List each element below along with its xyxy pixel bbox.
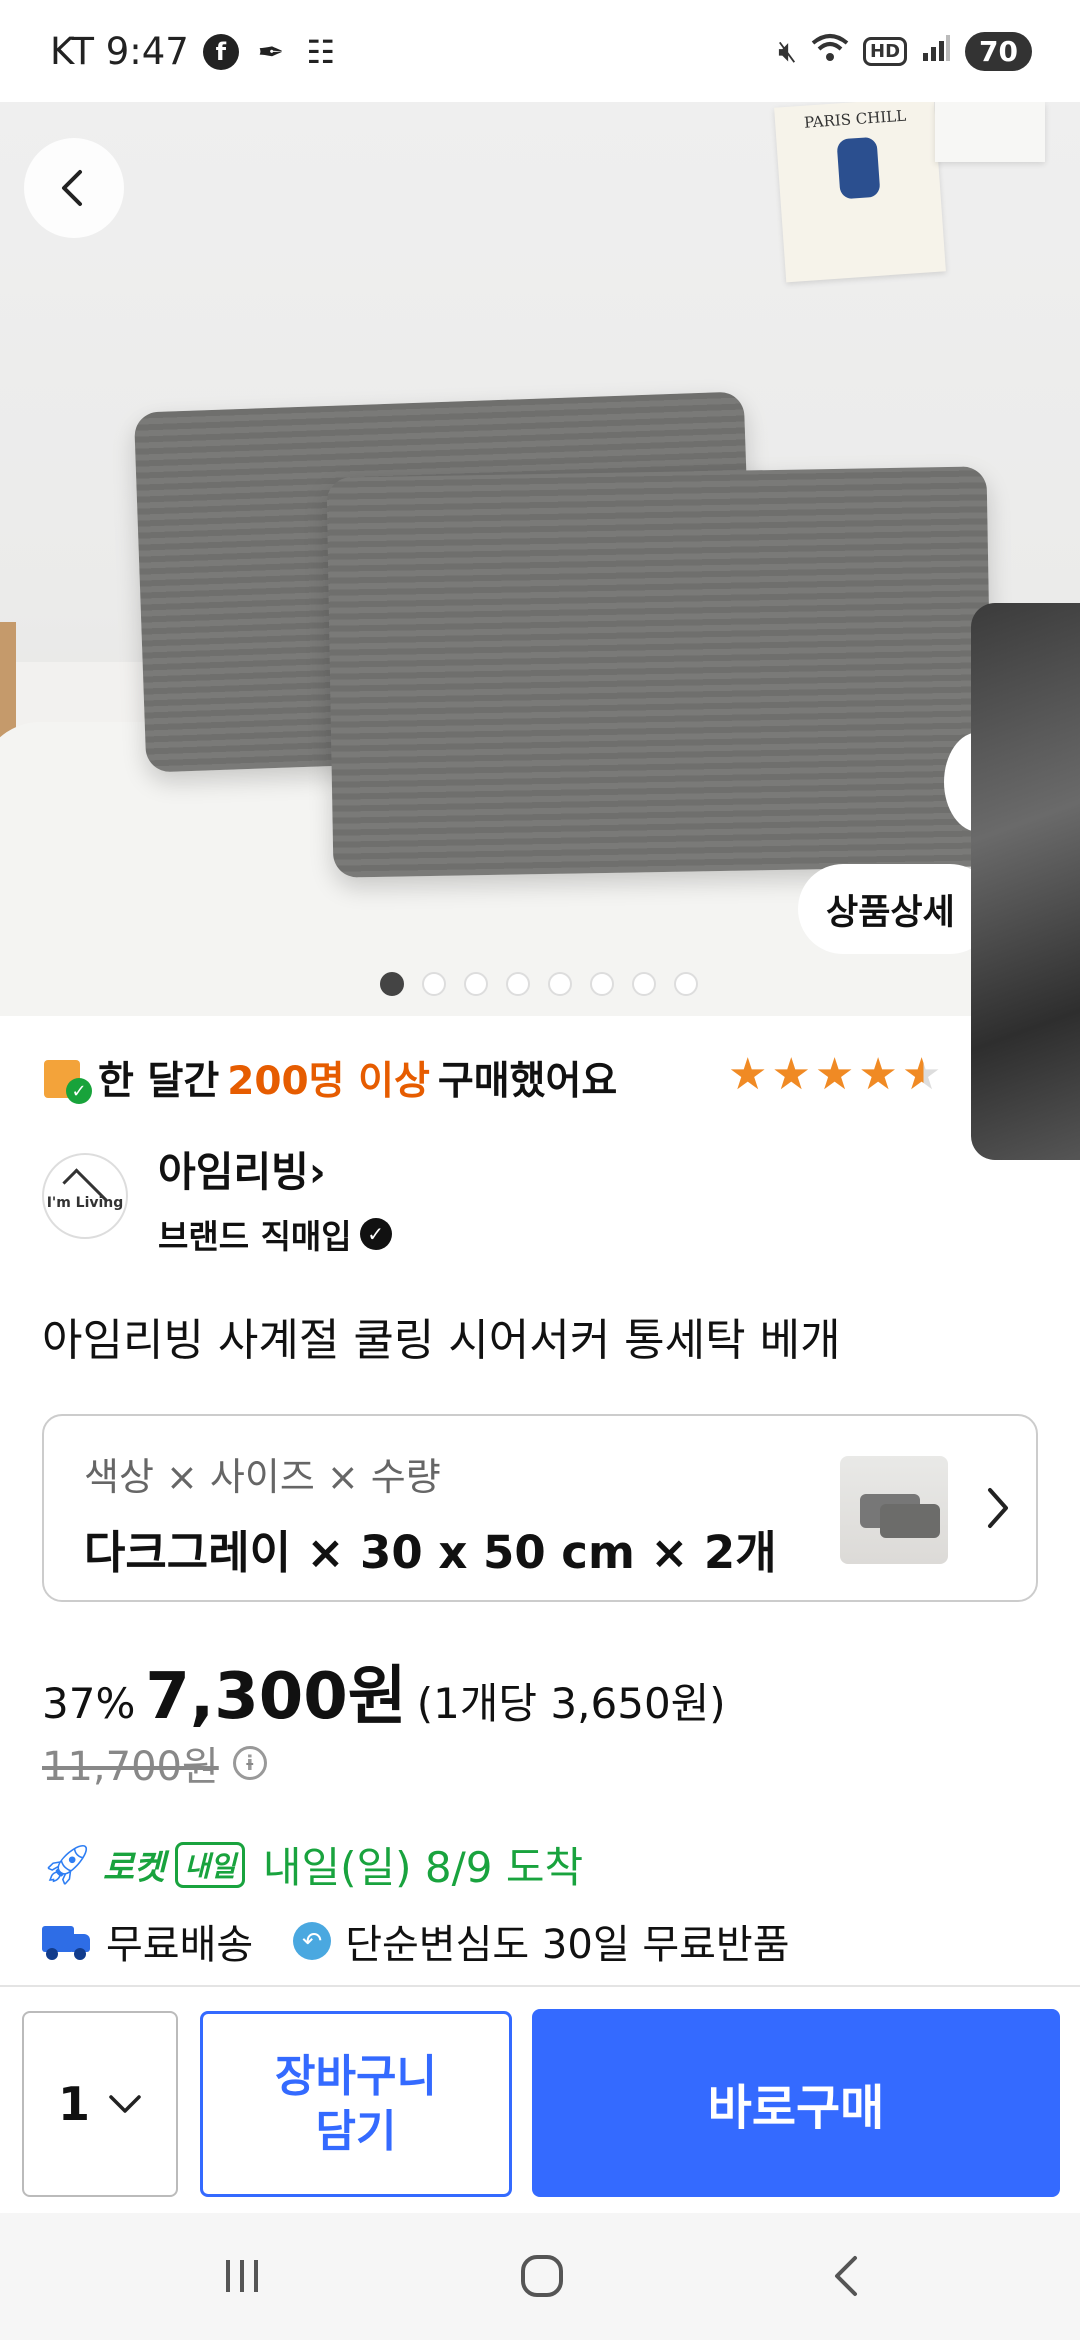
wifi-icon [811, 33, 849, 71]
carrier-time: KT 9:47 [50, 30, 189, 73]
wall-poster-2 [935, 102, 1045, 162]
product-image-carousel[interactable]: PARIS CHILL 상품상세 [0, 102, 1080, 1016]
carousel-dot[interactable] [506, 972, 530, 996]
recent-apps-icon [226, 2260, 258, 2292]
carousel-dot[interactable] [548, 972, 572, 996]
list-icon: ☷ [306, 32, 336, 71]
back-arrow-icon [835, 2256, 857, 2296]
return-icon: ↶ [293, 1922, 332, 1960]
recent-apps-button[interactable] [212, 2251, 272, 2301]
buy-now-button[interactable]: 바로구매 [532, 2009, 1060, 2197]
status-bar: KT 9:47 f ✒ ☷ 🔇︎ HD 70 [0, 0, 1080, 102]
brand-logo[interactable]: I'm Living [42, 1153, 128, 1239]
original-price-row: 11,700원 i [42, 1734, 267, 1792]
star-icon: ★ [728, 1049, 768, 1100]
brand-direct-purchase: 브랜드 직매입 ✓ [158, 1210, 392, 1258]
purchase-count-line: ✓ 한 달간 200명 이상 구매했어요 [42, 1050, 617, 1106]
carousel-indicators [380, 972, 698, 996]
rating-stars[interactable]: ★ ★ ★ ★ ★ [728, 1053, 941, 1097]
rocket-delivery-row: 🚀︎ 로켓 내일 내일(일) 8/9 도착 [42, 1834, 583, 1895]
purchase-suffix: 구매했어요 [437, 1059, 618, 1104]
carousel-dot[interactable] [464, 972, 488, 996]
price-row: 37% 7,300원 (1개당 3,650원) [42, 1645, 726, 1737]
status-left: KT 9:47 f ✒ ☷ [50, 30, 339, 73]
bottom-action-bar: 1 장바구니 담기 바로구매 [0, 1985, 1080, 2213]
carousel-dot[interactable] [632, 972, 656, 996]
wall-poster: PARIS CHILL [774, 102, 946, 283]
star-icon: ★ [858, 1049, 898, 1100]
tomorrow-badge: 내일 [175, 1841, 245, 1888]
key-tag [836, 136, 881, 200]
rocket-label: 로켓 [102, 1848, 166, 1888]
shipping-row: 무료배송 ↶ 단순변심도 30일 무료반품 [42, 1912, 790, 1970]
add-to-cart-button[interactable]: 장바구니 담기 [200, 2011, 512, 2197]
chevron-down-icon [109, 2095, 141, 2113]
free-returns: 단순변심도 30일 무료반품 [345, 1922, 790, 1968]
pillow-front [326, 466, 994, 878]
carousel-dot[interactable] [380, 972, 404, 996]
quantity-select[interactable]: 1 [22, 2011, 178, 2197]
system-nav-bar [0, 2213, 1080, 2340]
status-right: 🔇︎ HD 70 [778, 32, 1032, 71]
quantity-value: 1 [57, 2077, 90, 2131]
feather-icon: ✒ [257, 32, 285, 71]
rocket-icon: 🚀︎ [42, 1842, 93, 1888]
original-price: 11,700원 [42, 1744, 219, 1790]
facebook-icon: f [202, 33, 239, 70]
verified-check-icon: ✓ [359, 1218, 392, 1250]
half-star-icon: ★ [901, 1049, 942, 1100]
product-title: 아임리빙 사계절 쿨링 시어서커 통세탁 베개 [42, 1315, 841, 1366]
star-icon: ★ [771, 1049, 811, 1100]
mute-icon: 🔇︎ [778, 34, 798, 69]
brand-name-link[interactable]: 아임리빙› [158, 1138, 326, 1198]
purchase-prefix: 한 달간 [98, 1059, 220, 1104]
notification-icons: f ✒ ☷ [202, 32, 339, 71]
back-nav-button[interactable] [816, 2251, 876, 2301]
free-shipping: 무료배송 [106, 1922, 254, 1968]
carousel-dot[interactable] [590, 972, 614, 996]
back-button[interactable] [24, 138, 124, 238]
discount-rate: 37% [42, 1679, 136, 1728]
carousel-dot[interactable] [422, 972, 446, 996]
chevron-left-icon [62, 170, 82, 206]
home-icon [521, 2255, 563, 2297]
star-icon: ★ [814, 1049, 855, 1100]
option-thumbnail [840, 1456, 948, 1564]
truck-icon [42, 1924, 92, 1960]
home-button[interactable] [512, 2251, 572, 2301]
sale-price: 7,300원 [145, 1660, 407, 1734]
info-icon[interactable]: i [232, 1746, 267, 1780]
shopping-bag-check-icon: ✓ [42, 1054, 92, 1104]
unit-price: (1개당 3,650원) [416, 1679, 726, 1728]
option-value: 다크그레이 × 30 x 50 cm × 2개 [84, 1526, 777, 1579]
carousel-dot[interactable] [674, 972, 698, 996]
option-selector[interactable]: 색상 × 사이즈 × 수량 다크그레이 × 30 x 50 cm × 2개 [42, 1414, 1038, 1602]
product-detail-button[interactable]: 상품상세 [798, 864, 995, 954]
brand-sub-label: 브랜드 직매입 [158, 1217, 352, 1256]
hd-icon: HD [863, 37, 908, 66]
chevron-right-icon [988, 1488, 1008, 1528]
arrival-date: 내일(일) 8/9 도착 [262, 1843, 584, 1892]
floating-video-thumbnail[interactable] [971, 603, 1080, 1160]
poster-text: PARIS CHILL [803, 106, 907, 132]
battery-indicator: 70 [965, 32, 1032, 71]
signal-icon [921, 33, 951, 71]
option-label: 색상 × 사이즈 × 수량 [84, 1455, 441, 1499]
purchase-highlight: 200명 이상 [227, 1059, 430, 1104]
